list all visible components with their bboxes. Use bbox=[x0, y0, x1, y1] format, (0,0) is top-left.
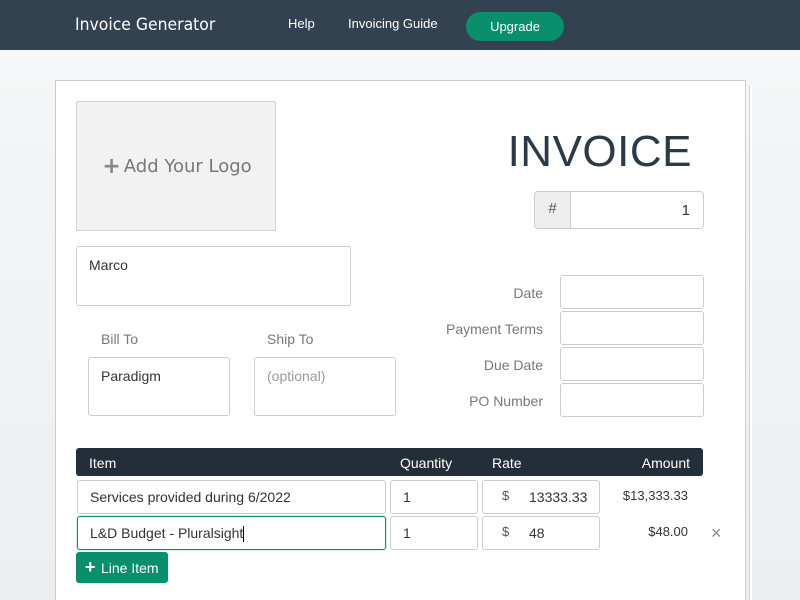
item-column-header: Item bbox=[89, 455, 117, 471]
upgrade-button[interactable]: Upgrade bbox=[466, 12, 564, 41]
line-item-amount: $13,333.33 bbox=[622, 488, 688, 503]
currency-symbol: $ bbox=[502, 488, 510, 503]
sheet-edge bbox=[749, 85, 752, 600]
amount-column-header: Amount bbox=[641, 455, 690, 471]
add-line-item-label: Line Item bbox=[101, 560, 159, 576]
add-line-item-button[interactable]: + Line Item bbox=[76, 552, 168, 583]
line-item-description-input[interactable] bbox=[77, 480, 386, 514]
hash-addon: # bbox=[535, 192, 571, 228]
add-logo-label: + Add Your Logo bbox=[77, 154, 277, 179]
remove-line-item-icon[interactable]: × bbox=[711, 523, 722, 543]
line-items-header: Item Quantity Rate Amount bbox=[76, 448, 703, 476]
plus-icon: + bbox=[85, 557, 96, 577]
line-item-quantity-input[interactable] bbox=[390, 516, 478, 550]
date-input[interactable] bbox=[560, 275, 704, 309]
line-item-amount: $48.00 bbox=[648, 524, 688, 539]
invoice-number-input[interactable] bbox=[572, 192, 702, 228]
due-date-input[interactable] bbox=[560, 347, 704, 381]
line-item-description-input[interactable]: L&D Budget - Pluralsight bbox=[77, 516, 386, 550]
payment-terms-label: Payment Terms bbox=[446, 321, 543, 337]
line-item-description-text: L&D Budget - Pluralsight bbox=[90, 525, 244, 541]
payment-terms-input[interactable] bbox=[560, 311, 704, 345]
rate-column-header: Rate bbox=[492, 455, 522, 471]
invoice-title: INVOICE bbox=[507, 127, 692, 176]
po-number-input[interactable] bbox=[560, 383, 704, 417]
nav-invoicing-guide-link[interactable]: Invoicing Guide bbox=[348, 16, 438, 31]
quantity-column-header: Quantity bbox=[400, 455, 453, 471]
add-logo-text: Add Your Logo bbox=[123, 156, 252, 177]
brand-title[interactable]: Invoice Generator bbox=[75, 15, 215, 35]
line-item-quantity-input[interactable] bbox=[390, 480, 478, 514]
top-navbar: Invoice Generator Help Invoicing Guide U… bbox=[0, 0, 800, 50]
currency-symbol: $ bbox=[502, 524, 510, 539]
plus-icon: + bbox=[102, 154, 121, 179]
bill-to-field[interactable]: Paradigm bbox=[88, 357, 230, 416]
ship-to-label: Ship To bbox=[267, 331, 314, 347]
text-cursor bbox=[243, 526, 245, 543]
invoice-number-group: # bbox=[534, 191, 704, 229]
from-field[interactable]: Marco bbox=[76, 246, 351, 306]
nav-help-link[interactable]: Help bbox=[288, 16, 315, 31]
bill-to-label: Bill To bbox=[101, 331, 139, 347]
po-number-label: PO Number bbox=[469, 393, 543, 409]
date-label: Date bbox=[513, 285, 543, 301]
add-logo-dropzone[interactable]: + Add Your Logo bbox=[76, 101, 276, 231]
due-date-label: Due Date bbox=[483, 357, 543, 373]
